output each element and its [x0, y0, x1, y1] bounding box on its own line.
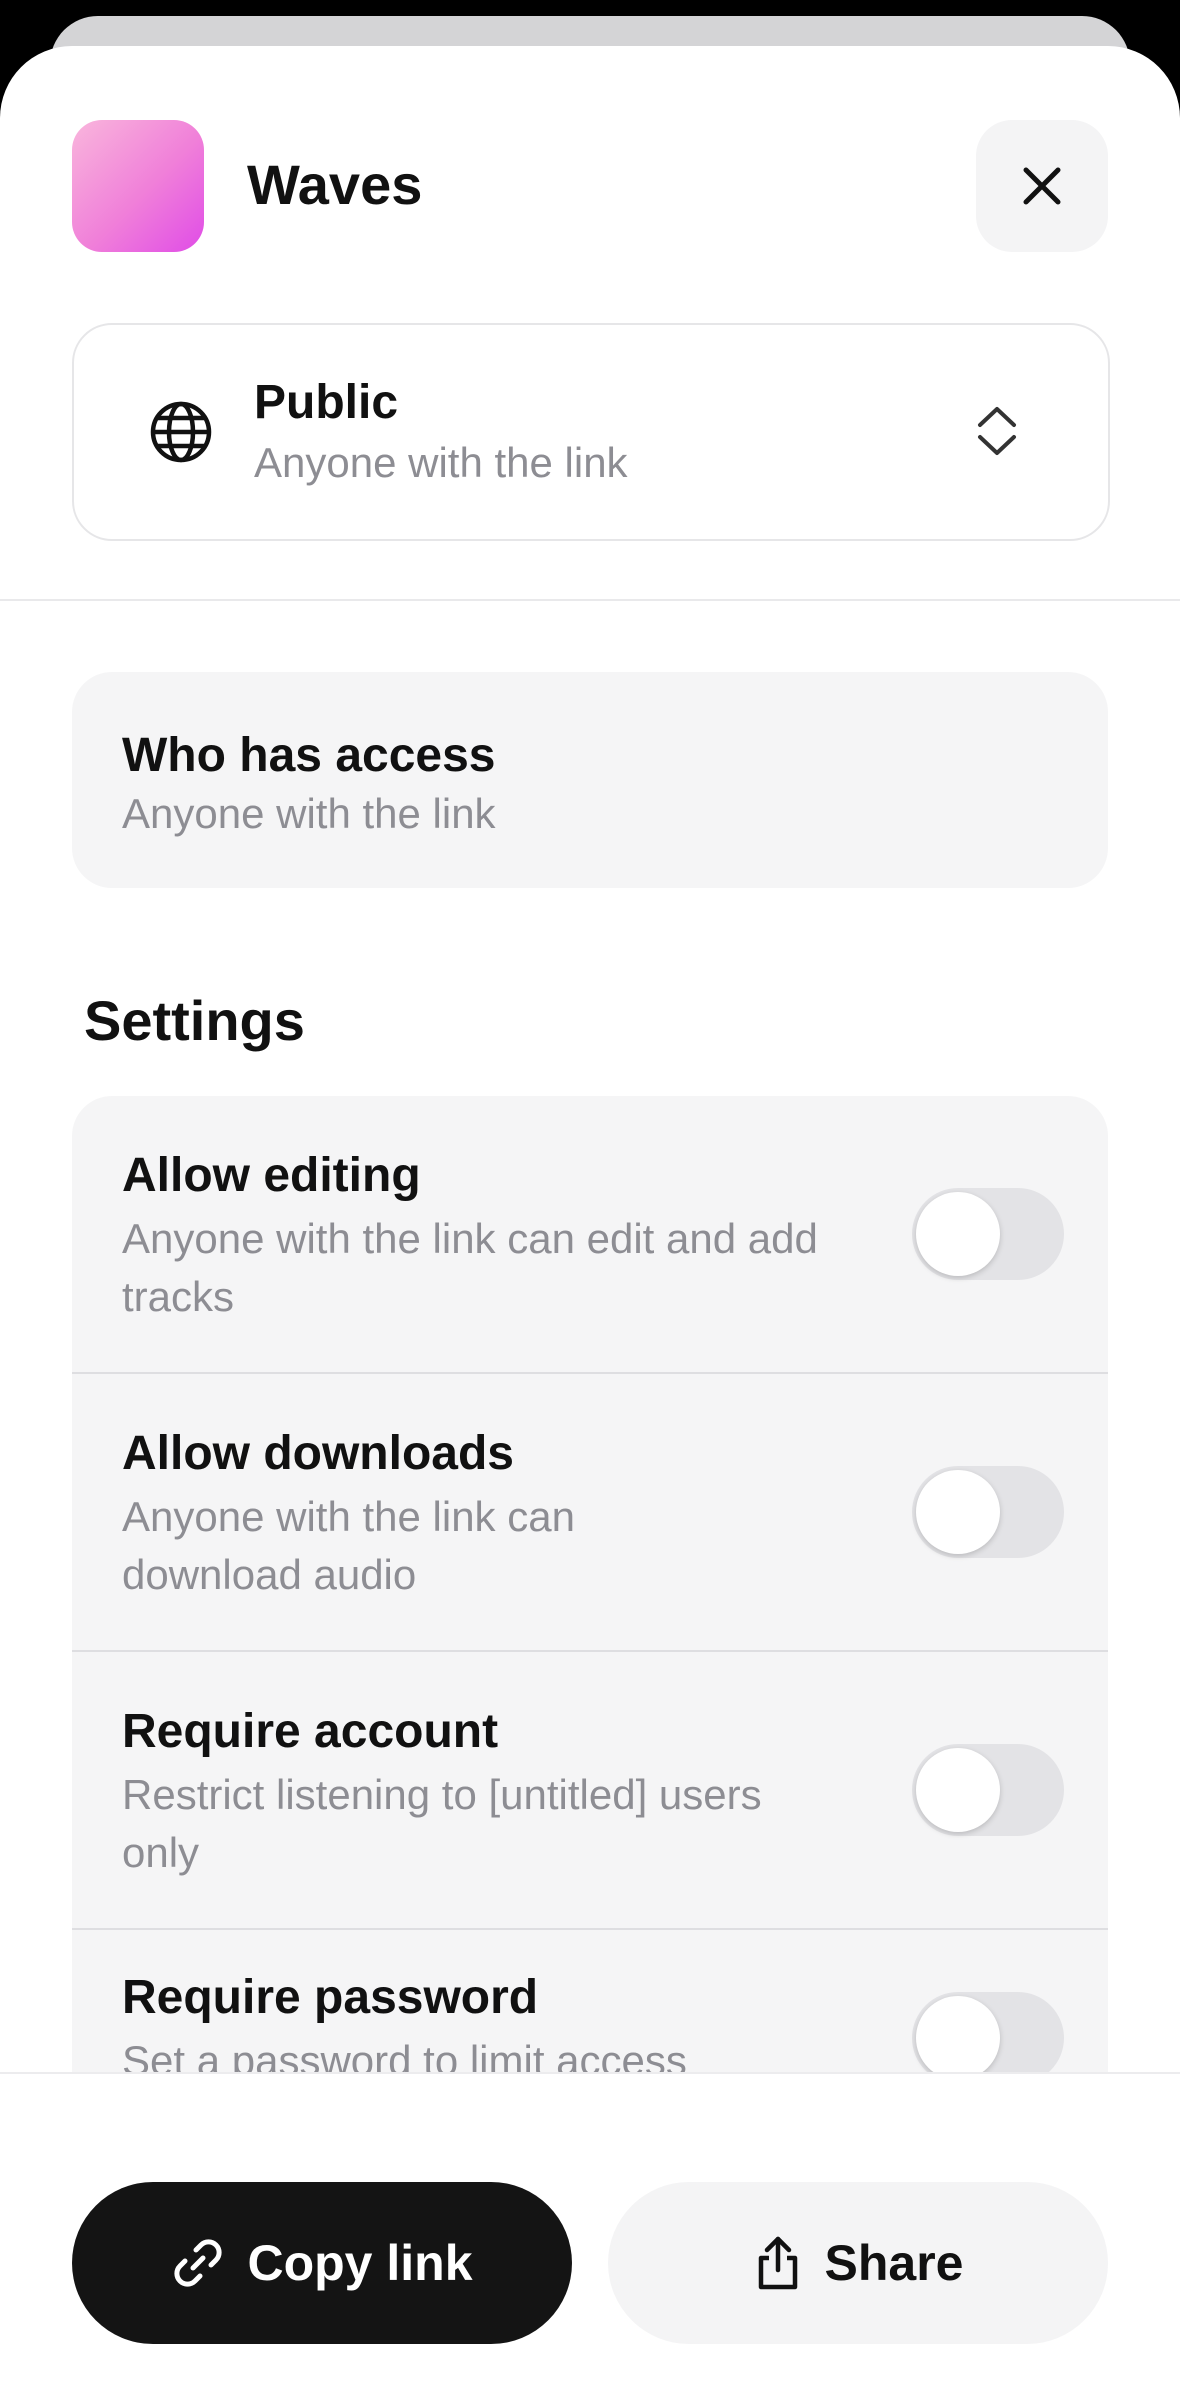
copy-link-button[interactable]: Copy link	[72, 2182, 572, 2344]
toggle-knob	[916, 1470, 1000, 1554]
setting-description: Restrict listening to [untitled] users o…	[122, 1771, 762, 1876]
link-icon	[174, 2239, 223, 2287]
setting-allow-downloads: Allow downloads Anyone with the link can…	[72, 1372, 1108, 1650]
visibility-subtitle: Anyone with the link	[254, 439, 628, 486]
action-bar: Copy link Share	[0, 2072, 1180, 2396]
settings-heading: Settings	[84, 989, 305, 1052]
close-icon	[1023, 167, 1061, 205]
toggle-knob	[916, 1996, 1000, 2080]
visibility-title: Public	[254, 376, 399, 429]
require-password-toggle[interactable]	[912, 1992, 1064, 2084]
who-has-access-card[interactable]: Who has access Anyone with the link	[72, 672, 1108, 888]
divider	[0, 599, 1180, 601]
access-subtitle: Anyone with the link	[122, 790, 496, 837]
access-title: Who has access	[122, 729, 496, 782]
project-title: Waves	[247, 153, 423, 216]
setting-description: Anyone with the link can edit and add tr…	[122, 1215, 818, 1320]
setting-require-account: Require account Restrict listening to [u…	[72, 1650, 1108, 1928]
toggle-knob	[916, 1748, 1000, 1832]
allow-downloads-toggle[interactable]	[912, 1466, 1064, 1558]
require-account-toggle[interactable]	[912, 1744, 1064, 1836]
setting-allow-editing: Allow editing Anyone with the link can e…	[72, 1096, 1108, 1372]
share-icon	[758, 2236, 797, 2290]
globe-icon	[150, 401, 212, 463]
chevron-up-down-icon	[978, 407, 1016, 455]
allow-editing-toggle[interactable]	[912, 1188, 1064, 1280]
close-button[interactable]	[976, 120, 1108, 252]
visibility-select[interactable]: Public Anyone with the link	[72, 323, 1110, 541]
toggle-knob	[916, 1192, 1000, 1276]
share-sheet: Waves Public Anyone with the link Who ha…	[0, 46, 1180, 2396]
setting-title: Allow downloads	[122, 1427, 514, 1480]
setting-title: Require account	[122, 1705, 499, 1758]
copy-link-label: Copy link	[247, 2235, 473, 2291]
app-artwork-icon	[72, 120, 204, 252]
share-button[interactable]: Share	[608, 2182, 1108, 2344]
share-label: Share	[824, 2235, 964, 2291]
setting-title: Require password	[122, 1971, 539, 2024]
setting-description: Anyone with the link can download audio	[122, 1493, 575, 1598]
setting-title: Allow editing	[122, 1149, 421, 1202]
